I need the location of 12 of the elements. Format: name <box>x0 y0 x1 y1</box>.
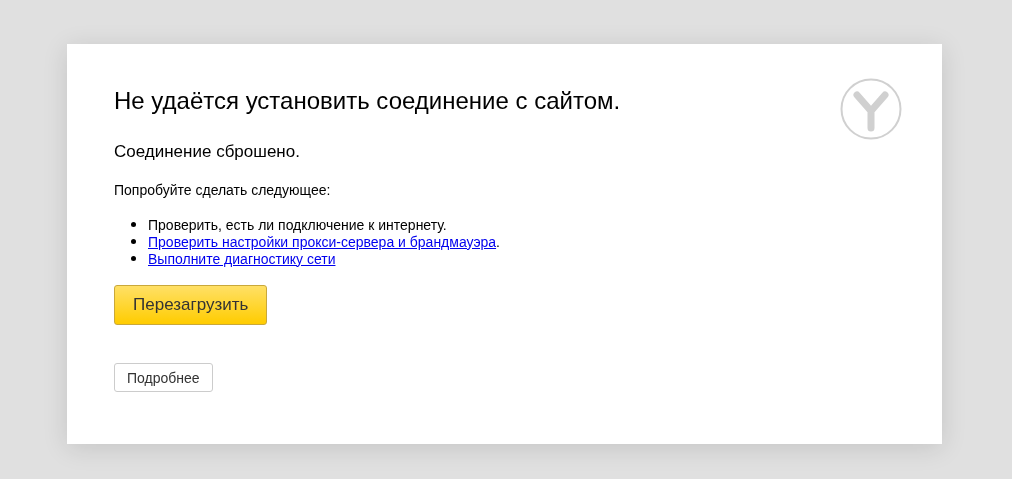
bullet-icon <box>131 222 136 227</box>
bullet-icon <box>131 256 136 261</box>
browser-logo-icon <box>840 78 902 140</box>
punctuation-text: . <box>496 233 500 250</box>
reload-button[interactable]: Перезагрузить <box>114 285 268 325</box>
suggestion-text: Проверить, есть ли подключение к интернету. <box>148 216 447 233</box>
error-subtitle: Соединение сброшено. <box>114 142 301 162</box>
details-button[interactable]: Подробнее <box>114 363 213 392</box>
bullet-icon <box>131 239 136 244</box>
error-title: Не удаётся установить соединение с сайтом. <box>114 87 621 115</box>
suggestions-heading: Попробуйте сделать следующее: <box>114 182 332 198</box>
suggestion-link[interactable]: Выполните диагностику сети <box>148 250 336 267</box>
